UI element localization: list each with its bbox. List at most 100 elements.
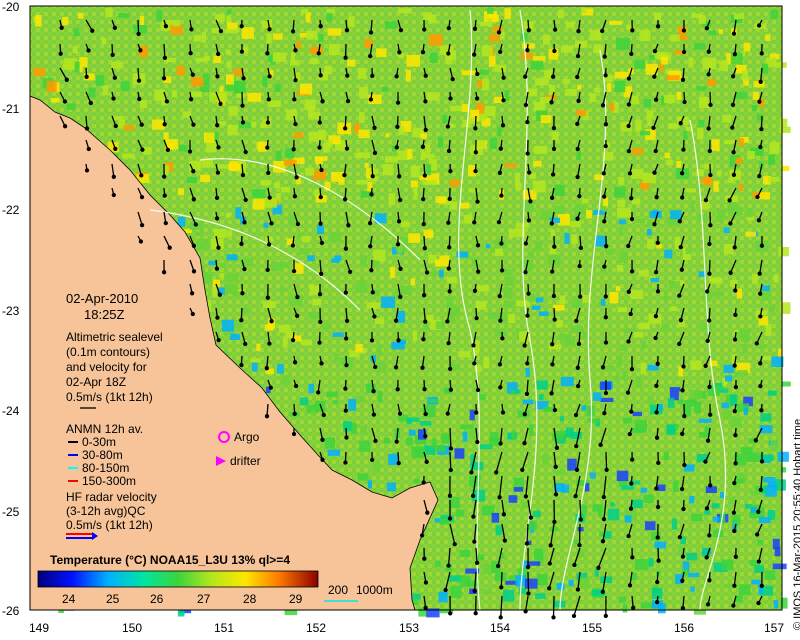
sst-cell <box>77 12 84 19</box>
velocity-arrow-head <box>732 52 738 57</box>
sst-cell <box>534 145 548 154</box>
sst-cell <box>615 286 621 292</box>
sst-cell <box>697 128 704 140</box>
sst-cell <box>366 302 381 309</box>
velocity-arrow-head <box>136 78 142 83</box>
velocity-arrow-head <box>575 74 580 80</box>
sst-cell <box>385 133 390 138</box>
sst-cell <box>204 275 212 285</box>
sst-cell <box>482 563 492 575</box>
sst-cell <box>779 118 788 128</box>
velocity-arrow-head <box>655 361 660 366</box>
sst-cell <box>622 604 628 613</box>
sst-cell <box>631 199 641 205</box>
sst-cell <box>773 274 779 283</box>
sst-cell <box>316 225 324 234</box>
velocity-arrow-head <box>318 319 323 325</box>
velocity-arrow-head <box>655 579 660 585</box>
velocity-arrow-head <box>367 221 373 226</box>
velocity-arrow-head <box>422 246 427 251</box>
sst-cell <box>203 132 215 143</box>
sst-cell <box>511 430 516 441</box>
velocity-arrow-head <box>267 74 272 79</box>
velocity-arrow-head <box>654 383 659 388</box>
sst-cell <box>781 165 790 172</box>
sst-cell <box>698 15 706 24</box>
velocity-arrow-head <box>398 266 403 271</box>
velocity-arrow <box>552 595 555 618</box>
velocity-arrow-head <box>241 76 246 81</box>
sst-cell <box>332 332 344 337</box>
velocity-arrow-head <box>294 313 300 318</box>
sst-cell <box>705 486 717 493</box>
sst-cell <box>206 141 217 153</box>
velocity-arrow-head <box>680 195 685 200</box>
velocity-arrow-head <box>732 337 738 342</box>
velocity-arrow-head <box>421 480 426 485</box>
velocity-arrow-head <box>526 218 532 223</box>
velocity-arrow-head <box>680 431 685 436</box>
velocity-arrow-head <box>214 266 220 271</box>
sst-cell <box>156 10 163 22</box>
velocity-arrow-head <box>574 443 579 449</box>
sst-cell <box>553 205 565 215</box>
sst-cell <box>718 29 723 34</box>
velocity-arrow-head <box>501 98 506 103</box>
velocity-arrow-head <box>320 457 325 462</box>
colorbar-tick: 24 <box>62 592 76 606</box>
sst-cell <box>603 197 608 207</box>
sst-cell <box>664 94 676 104</box>
velocity-arrow-head <box>140 147 145 152</box>
sst-cell <box>768 481 776 488</box>
velocity-arrow-head <box>423 319 428 324</box>
sst-cell <box>227 230 233 237</box>
velocity-arrow-head <box>757 99 762 104</box>
velocity-arrow-head <box>681 147 686 152</box>
sst-cell <box>423 229 433 239</box>
sst-cell <box>673 480 679 492</box>
sst-cell <box>621 485 634 490</box>
sst-cell <box>410 278 416 286</box>
sst-cell <box>535 297 544 303</box>
velocity-arrow-head <box>188 97 194 102</box>
sst-cell <box>575 109 587 116</box>
sst-cell <box>300 9 309 14</box>
velocity-arrow-head <box>522 343 527 348</box>
velocity-arrow-head <box>215 123 220 128</box>
sst-cell <box>487 18 493 28</box>
sst-cell <box>617 199 626 207</box>
sst-cell <box>479 69 489 75</box>
velocity-arrow-head <box>549 100 554 105</box>
sst-cell <box>641 340 647 349</box>
velocity-arrow-head <box>190 311 195 317</box>
velocity-arrow-head <box>708 412 713 417</box>
velocity-arrow-head <box>472 361 477 366</box>
velocity-arrow-head <box>526 28 531 33</box>
sst-cell <box>469 409 475 421</box>
x-tick: 149 <box>28 621 50 635</box>
velocity-arrow-head <box>423 411 428 417</box>
sst-cell <box>740 334 750 343</box>
sst-cell <box>306 30 318 40</box>
velocity-arrow-head <box>758 487 763 493</box>
velocity-arrow-head <box>730 74 736 79</box>
velocity-arrow-head <box>373 438 378 444</box>
sst-cell <box>529 173 536 179</box>
velocity-arrow-head <box>267 27 272 32</box>
velocity-arrow-head <box>680 77 686 82</box>
velocity-arrow-head <box>422 27 427 32</box>
sst-cell <box>425 143 431 155</box>
sst-cell <box>163 132 169 139</box>
velocity-arrow-head <box>656 558 661 563</box>
velocity-arrow-head <box>547 586 552 591</box>
sst-cell <box>709 277 723 282</box>
velocity-arrow-head <box>554 445 560 450</box>
sst-cell <box>278 324 291 333</box>
anmn-depth-3: 150-300m <box>82 474 137 488</box>
velocity-arrow-head <box>603 613 608 619</box>
velocity-arrow-head <box>732 363 737 368</box>
sst-cell <box>226 16 232 24</box>
velocity-arrow-head <box>214 216 220 221</box>
velocity-arrow-head <box>317 120 322 125</box>
velocity-arrow-head <box>575 587 581 592</box>
